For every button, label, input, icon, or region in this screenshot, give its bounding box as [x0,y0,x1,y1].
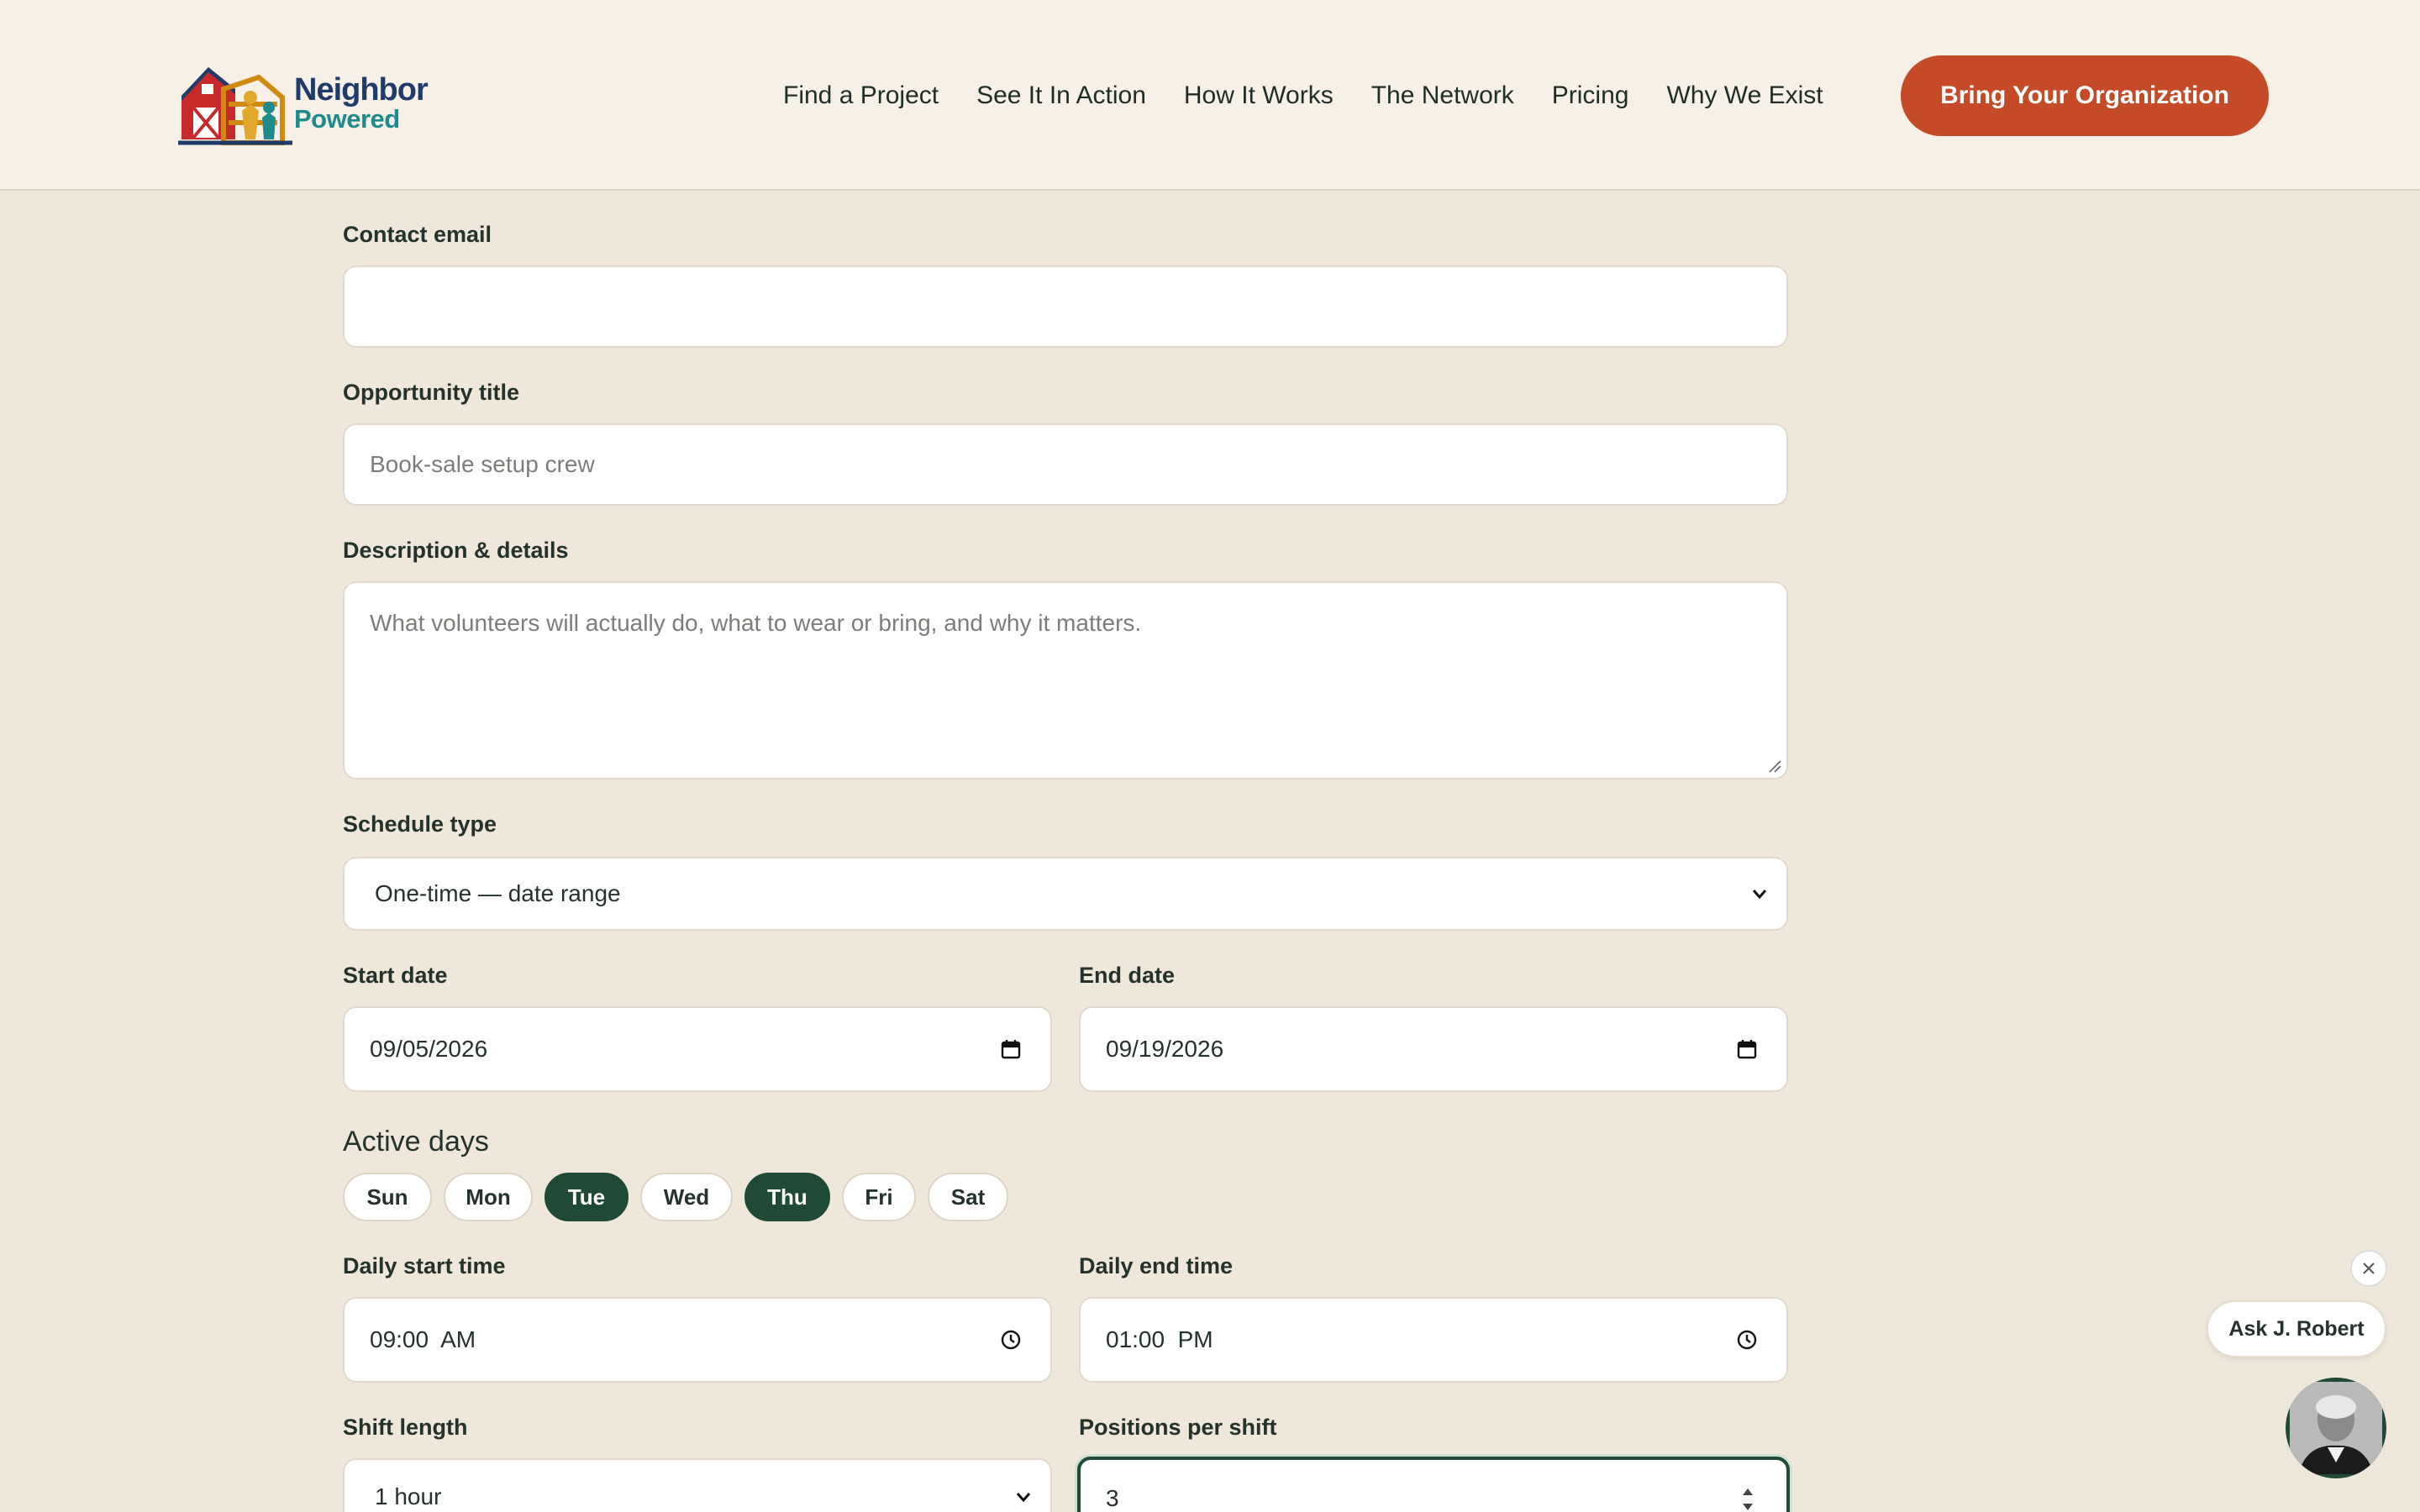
contact-email-label: Contact email [343,222,492,247]
number-spinner-icon[interactable] [1739,1483,1756,1512]
close-icon [2363,1263,2375,1274]
opportunity-title-field[interactable]: Book-sale setup crew [343,423,1788,506]
brand-name: Neighbor Powered [294,71,429,134]
assistant-avatar[interactable] [2286,1378,2386,1478]
schedule-type-select[interactable]: One-time — date range [343,857,1788,931]
daily-end-time-value: 01:00 PM [1106,1326,1213,1352]
start-date-label: Start date [343,963,448,988]
end-date-label: End date [1079,963,1176,988]
shift-length-select[interactable]: 1 hour [343,1458,1052,1512]
assistant-portrait [2290,1382,2382,1474]
resize-handle-icon[interactable] [1768,759,1781,773]
contact-email-field[interactable] [343,265,1788,348]
close-assistant-button[interactable] [2350,1250,2387,1287]
shift-length-value: 1 hour [375,1483,442,1509]
ask-assistant-button[interactable]: Ask J. Robert [2207,1300,2386,1357]
day-toggle-sat[interactable]: Sat [928,1173,1008,1221]
start-date-field[interactable]: 09/05/2026 [343,1006,1052,1092]
end-date-value: 09/19/2026 [1106,1036,1224,1062]
schedule-type-label: Schedule type [343,811,497,837]
day-toggle-wed[interactable]: Wed [640,1173,733,1221]
end-date-field[interactable]: 09/19/2026 [1079,1006,1788,1092]
daily-start-time-field[interactable]: 09:00 AM [343,1297,1052,1383]
shift-length-label: Shift length [343,1415,468,1440]
bring-your-organization-button[interactable]: Bring Your Organization [1901,55,2269,136]
day-toggle-tue[interactable]: Tue [544,1173,629,1221]
day-toggle-thu[interactable]: Thu [744,1173,830,1221]
nav-see-it-in-action[interactable]: See It In Action [976,81,1146,110]
nav-why-we-exist[interactable]: Why We Exist [1666,81,1823,110]
positions-per-shift-value: 3 [1106,1485,1119,1511]
nav-pricing[interactable]: Pricing [1552,81,1629,110]
clock-icon[interactable] [1736,1329,1758,1351]
chevron-down-icon [1752,890,1767,900]
schedule-type-value: One-time — date range [375,880,621,906]
description-label: Description & details [343,538,569,563]
positions-per-shift-field[interactable]: 3 [1077,1457,1790,1512]
description-placeholder: What volunteers will actually do, what t… [370,610,1142,636]
nav-the-network[interactable]: The Network [1371,81,1514,110]
chevron-down-icon [1016,1493,1031,1503]
positions-per-shift-label: Positions per shift [1079,1415,1277,1440]
barn-logo-icon [178,67,292,145]
daily-end-time-field[interactable]: 01:00 PM [1079,1297,1788,1383]
brand-name-line1: Neighbor [294,71,429,108]
day-toggle-mon[interactable]: Mon [444,1173,533,1221]
calendar-icon[interactable] [1736,1038,1758,1060]
calendar-icon[interactable] [1000,1038,1022,1060]
daily-start-time-label: Daily start time [343,1253,506,1278]
daily-end-time-label: Daily end time [1079,1253,1234,1278]
description-textarea[interactable]: What volunteers will actually do, what t… [343,581,1788,780]
nav-how-it-works[interactable]: How It Works [1184,81,1334,110]
active-days-label: Active days [343,1126,489,1158]
brand-name-line2: Powered [294,103,400,134]
main-nav: Find a Project See It In Action How It W… [783,71,1861,121]
day-toggle-fri[interactable]: Fri [842,1173,916,1221]
day-toggle-sun[interactable]: Sun [343,1173,432,1221]
nav-find-a-project[interactable]: Find a Project [783,81,939,110]
opportunity-title-placeholder: Book-sale setup crew [370,451,595,477]
brand-logo[interactable]: Neighbor Powered [175,55,435,150]
daily-start-time-value: 09:00 AM [370,1326,476,1352]
opportunity-title-label: Opportunity title [343,380,519,405]
site-header: Neighbor Powered Find a Project See It I… [0,0,2420,191]
clock-icon[interactable] [1000,1329,1022,1351]
start-date-value: 09/05/2026 [370,1036,488,1062]
active-days-group: Sun Mon Tue Wed Thu Fri Sat [343,1173,1020,1221]
